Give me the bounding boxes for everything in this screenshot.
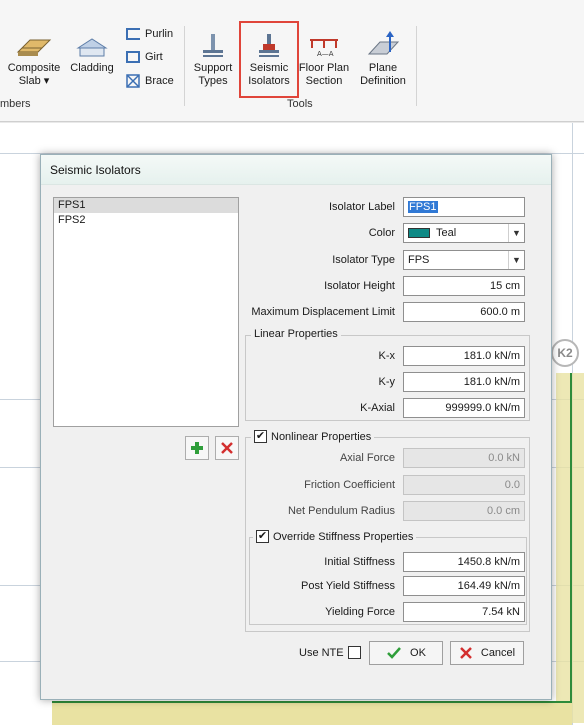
- ky-caption: K-y: [378, 376, 396, 388]
- color-select[interactable]: Teal ▼: [403, 223, 525, 243]
- ky-input[interactable]: 181.0 kN/m: [403, 372, 525, 392]
- dialog-title: Seismic Isolators: [41, 155, 551, 185]
- nonlinear-checkbox[interactable]: ✔: [254, 430, 267, 443]
- model-slab-edge: [52, 703, 572, 725]
- dropdown-caret-icon: ▾: [43, 75, 50, 87]
- brace-label: Brace: [145, 75, 174, 87]
- list-item[interactable]: FPS1: [54, 198, 238, 213]
- isolator-type-value: FPS: [408, 254, 430, 266]
- delete-isolator-button[interactable]: [215, 436, 239, 460]
- isolator-type-select[interactable]: FPS ▼: [403, 250, 525, 270]
- ok-label: OK: [410, 647, 426, 659]
- ribbon-toolbar: Composite Slab ▾ Cladding Purlin Girt Br…: [0, 0, 584, 122]
- support-types-button[interactable]: Support Types: [190, 32, 236, 88]
- cladding-button[interactable]: Cladding: [68, 36, 116, 75]
- yielding-force-caption: Yielding Force: [325, 606, 395, 618]
- plane-definition-button[interactable]: Plane Definition: [356, 30, 410, 88]
- brace-icon: [126, 74, 140, 88]
- kx-caption: K-x: [378, 350, 396, 362]
- composite-slab-icon: [16, 39, 52, 56]
- close-icon: [459, 647, 472, 659]
- kx-input[interactable]: 181.0 kN/m: [403, 346, 525, 366]
- nonlinear-properties-title: Nonlinear Properties: [271, 430, 372, 443]
- cladding-label: Cladding: [70, 62, 114, 74]
- tools-group-label: Tools: [287, 98, 313, 110]
- kaxial-caption: K-Axial: [360, 402, 395, 414]
- max-displacement-caption: Maximum Displacement Limit: [251, 306, 395, 318]
- cancel-button[interactable]: Cancel: [450, 641, 524, 665]
- override-toggle[interactable]: ✔ Override Stiffness Properties: [253, 530, 417, 543]
- post-yield-stiffness-input[interactable]: 164.49 kN/m: [403, 576, 525, 596]
- model-member: [570, 373, 572, 723]
- plane-definition-label-2: Definition: [360, 75, 406, 87]
- color-value: Teal: [436, 227, 457, 239]
- isolator-label-value: FPS1: [408, 201, 438, 213]
- ok-button[interactable]: OK: [369, 641, 443, 665]
- members-group-label: mbers: [0, 98, 31, 110]
- highlight-box: [239, 21, 299, 98]
- add-isolator-button[interactable]: [185, 436, 209, 460]
- composite-slab-button[interactable]: Composite Slab ▾: [6, 36, 62, 88]
- post-yield-stiffness-caption: Post Yield Stiffness: [301, 580, 395, 592]
- floor-plan-section-icon: A—A: [310, 39, 338, 58]
- color-swatch: [408, 228, 430, 238]
- purlin-label: Purlin: [145, 28, 174, 40]
- girt-button[interactable]: Girt: [126, 51, 163, 63]
- override-stiffness-title: Override Stiffness Properties: [273, 530, 414, 543]
- pendulum-radius-input[interactable]: 0.0 cm: [403, 501, 525, 521]
- pendulum-radius-caption: Net Pendulum Radius: [287, 505, 395, 517]
- kaxial-input[interactable]: 999999.0 kN/m: [403, 398, 525, 418]
- isolator-label-input[interactable]: FPS1: [403, 197, 525, 217]
- use-nte-checkbox[interactable]: [347, 646, 361, 659]
- seismic-isolators-dialog: Seismic Isolators FPS1 FPS2 Isolator Lab…: [40, 154, 552, 700]
- friction-coefficient-input[interactable]: 0.0: [403, 475, 525, 495]
- axial-force-input[interactable]: 0.0 kN: [403, 448, 525, 468]
- isolator-height-caption: Isolator Height: [324, 280, 395, 292]
- delete-x-icon: [221, 442, 233, 454]
- brace-button[interactable]: Brace: [126, 74, 174, 88]
- grid-bubble-k2: K2: [551, 339, 579, 367]
- chevron-down-icon: ▼: [508, 224, 524, 242]
- girt-icon: [126, 51, 140, 63]
- ribbon-separator: [184, 26, 185, 106]
- composite-slab-label-2: Slab: [18, 75, 41, 87]
- axial-force-caption: Axial Force: [339, 452, 395, 464]
- isolator-type-caption: Isolator Type: [332, 254, 395, 266]
- plane-definition-icon: [367, 31, 400, 55]
- color-caption: Color: [368, 227, 395, 239]
- composite-slab-label: Composite: [7, 62, 61, 74]
- plus-icon: [191, 442, 203, 454]
- initial-stiffness-input[interactable]: 1450.8 kN/m: [403, 552, 525, 572]
- override-checkbox[interactable]: ✔: [256, 530, 269, 543]
- cancel-label: Cancel: [480, 647, 516, 659]
- check-icon: [387, 647, 401, 659]
- use-nte-toggle[interactable]: Use NTE: [299, 646, 361, 659]
- nonlinear-toggle[interactable]: ✔ Nonlinear Properties: [251, 430, 375, 443]
- floor-plan-section-label: Floor Plan: [298, 62, 350, 74]
- floor-plan-section-button[interactable]: A—A Floor Plan Section: [298, 32, 350, 88]
- isolator-height-input[interactable]: 15 cm: [403, 276, 525, 296]
- friction-coefficient-caption: Friction Coefficient: [304, 479, 395, 491]
- cladding-icon: [76, 38, 108, 57]
- linear-properties-title: Linear Properties: [251, 328, 341, 340]
- support-types-icon: [203, 34, 223, 57]
- model-member: [52, 701, 572, 703]
- max-displacement-input[interactable]: 600.0 m: [403, 302, 525, 322]
- purlin-button[interactable]: Purlin: [126, 28, 173, 40]
- purlin-icon: [126, 28, 140, 40]
- girt-label: Girt: [145, 51, 163, 63]
- isolator-list[interactable]: FPS1 FPS2: [53, 197, 239, 427]
- isolator-label-caption: Isolator Label: [328, 201, 395, 213]
- plane-definition-label: Plane: [368, 62, 398, 74]
- ribbon-separator-2: [416, 26, 417, 106]
- yielding-force-input[interactable]: 7.54 kN: [403, 602, 525, 622]
- use-nte-label: Use NTE: [299, 646, 344, 659]
- initial-stiffness-caption: Initial Stiffness: [324, 556, 395, 568]
- list-item[interactable]: FPS2: [54, 213, 238, 228]
- chevron-down-icon: ▼: [508, 251, 524, 269]
- floor-plan-section-label-2: Section: [305, 75, 343, 87]
- support-types-label-2: Types: [198, 75, 228, 87]
- support-types-label: Support: [193, 62, 233, 74]
- section-glyph: A—A: [317, 50, 334, 58]
